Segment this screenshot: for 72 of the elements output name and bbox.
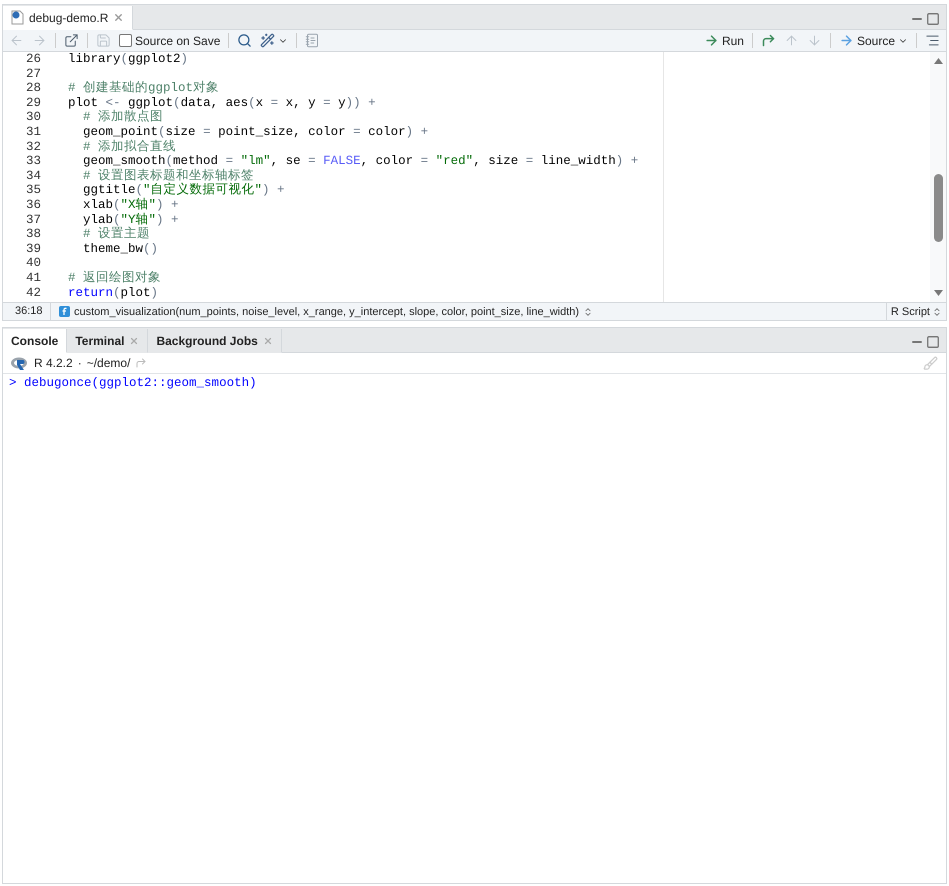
arrow-right-icon	[32, 33, 47, 48]
code-line: # 设置主题	[82, 227, 152, 242]
close-icon[interactable]	[129, 336, 140, 346]
arrow-right-icon	[838, 33, 854, 48]
console-tab[interactable]: Terminal	[67, 329, 148, 353]
code-line: geom_point(size = point_size, color = color) +	[82, 124, 430, 140]
line-number: 37	[24, 212, 42, 228]
maximize-icon[interactable]	[926, 335, 940, 349]
file-type-menu[interactable]: R Script	[886, 303, 946, 320]
code-line: geom_smooth(method = "lm", se = FALSE, color = "red", size = line_width) +	[82, 154, 640, 168]
search-icon	[237, 33, 252, 48]
scrollbar[interactable]	[930, 52, 946, 302]
cursor-position: 36:18	[3, 303, 51, 320]
code-line: # 添加拟合直线	[82, 140, 178, 154]
code-line: # 返回绘图对象	[67, 270, 162, 286]
code-line: return(plot)	[67, 286, 160, 300]
line-number: 26	[24, 52, 42, 67]
line-number: 34	[24, 168, 42, 184]
line-number: 35	[24, 183, 42, 198]
line-number: 38	[24, 227, 42, 242]
line-number: 27	[24, 66, 42, 82]
function-icon	[59, 306, 70, 317]
function-scope[interactable]: custom_visualization(num_points, noise_level, x_range, y_intercept, slope, color, point_size, line_width)	[51, 306, 602, 318]
line-number: 31	[24, 124, 42, 140]
console-tab[interactable]: Console	[3, 329, 68, 353]
line-number: 30	[24, 110, 42, 125]
outline-icon	[925, 33, 940, 48]
close-icon[interactable]	[113, 12, 124, 23]
sort-icon	[932, 306, 942, 316]
wand-icon	[260, 33, 276, 48]
r-file-icon	[11, 10, 24, 25]
line-number: 33	[24, 154, 42, 169]
run-button[interactable]: Run	[702, 31, 746, 50]
popout-icon	[64, 33, 79, 48]
code-line: library(ggplot2)	[67, 52, 190, 67]
scroll-down-icon[interactable]	[934, 290, 942, 296]
code-line: # 创建基础的ggplot对象	[67, 81, 220, 96]
save-icon	[96, 33, 111, 48]
close-icon[interactable]	[262, 336, 273, 346]
code-line: theme_bw()	[82, 242, 160, 256]
line-number: 41	[24, 270, 42, 286]
code-line: ylab("Y轴") +	[82, 212, 180, 227]
line-number: 36	[24, 198, 42, 213]
console-tab[interactable]: Background Jobs	[148, 329, 282, 353]
line-number: 42	[24, 286, 42, 300]
r-version: R 4.2.2	[34, 356, 73, 370]
code-line: ggtitle("自定义数据可视化") +	[82, 183, 286, 198]
maximize-icon[interactable]	[926, 12, 940, 26]
arrow-right-icon	[704, 33, 719, 48]
file-tab[interactable]: debug-demo.R	[3, 6, 134, 30]
line-number: 28	[24, 81, 42, 96]
go-to-directory-icon[interactable]	[135, 357, 148, 369]
rerun-icon	[760, 33, 776, 48]
line-number: 32	[24, 140, 42, 154]
code-line: # 设置图表标题和坐标轴标签	[82, 168, 256, 183]
logo-icon	[11, 356, 29, 370]
source-button[interactable]: Source	[836, 31, 910, 50]
console-input[interactable]: > debugonce(ggplot2::geom_smooth)	[9, 376, 940, 391]
scroll-thumb[interactable]	[934, 174, 942, 242]
line-number: 40	[24, 256, 42, 271]
code-line: plot <- ggplot(data, aes(x = x, y = y)) +	[67, 96, 377, 110]
code-line: xlab("X轴") +	[82, 198, 180, 212]
line-number: 29	[24, 96, 42, 110]
arrow-down-icon	[806, 33, 822, 48]
separator-dot: ·	[78, 356, 82, 370]
source-on-save-checkbox[interactable]: Source on Save	[117, 31, 222, 50]
working-directory[interactable]: ~/demo/	[86, 356, 130, 370]
code-line: # 添加散点图	[82, 110, 164, 125]
notebook-icon	[305, 33, 320, 48]
sort-icon	[583, 306, 594, 316]
scroll-up-icon[interactable]	[934, 58, 942, 64]
line-number: 39	[24, 242, 42, 256]
